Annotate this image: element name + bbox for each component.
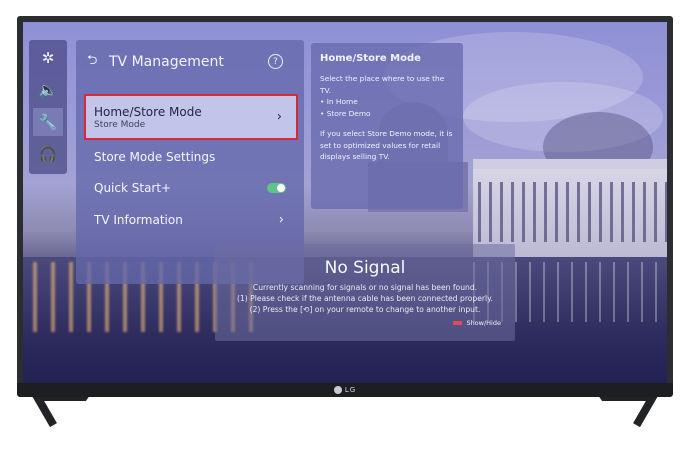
no-signal-line: (2) Press the [⟲] on your remote to chan… [249,305,481,314]
back-arrow-icon[interactable]: ⮌ [87,51,103,73]
help-icon[interactable]: ? [268,54,283,69]
menu-item-label: Store Mode Settings [94,150,216,164]
chevron-right-icon: › [276,109,282,125]
lg-logo-mark-icon [333,385,342,394]
info-description: Select the place where to use the TV. [320,74,445,95]
menu-item-label: Quick Start+ [94,181,172,195]
quick-settings-bar: ✲ 🔈 🔧 🎧 [29,40,67,174]
info-note: If you select Store Demo mode, it is set… [320,129,453,161]
menu-item-store-mode-settings[interactable]: Store Mode Settings [84,146,298,168]
support-headset-icon[interactable]: 🎧 [33,140,63,168]
lg-logo-text: LG [344,385,357,394]
menu-item-tv-information[interactable]: TV Information › [84,209,298,231]
settings-wrench-icon[interactable]: 🔧 [33,108,63,136]
no-signal-line: (1) Please check if the antenna cable ha… [237,294,493,303]
menu-item-home-store-mode[interactable]: Home/Store Mode Store Mode › [84,94,298,140]
show-hide-hint[interactable]: Show/Hide [453,319,501,327]
tv-photo: LG ✲ 🔈 🔧 🎧 ⮌ TV Management ? Home/Store … [0,0,690,453]
info-option-store-demo: • Store Demo [320,108,371,118]
menu-item-label: TV Information [94,213,183,227]
menu-item-quick-start[interactable]: Quick Start+ [84,177,298,199]
help-info-panel: Home/Store Mode Select the place where t… [311,43,463,209]
show-hide-label: Show/Hide [466,319,501,327]
red-button-icon [453,321,463,325]
chevron-right-icon: › [278,212,284,228]
picture-icon[interactable]: ✲ [33,44,63,72]
sound-icon[interactable]: 🔈 [33,76,63,104]
lg-logo: LG [323,384,367,395]
panel-title: TV Management [109,54,224,70]
info-title: Home/Store Mode [320,53,421,64]
no-signal-dialog: No Signal Currently scanning for signals… [215,244,515,341]
no-signal-title: No Signal [324,258,406,278]
info-option-in-home: • In Home [320,97,358,106]
menu-item-label: Home/Store Mode [94,104,202,119]
menu-item-sublabel: Store Mode [94,119,146,130]
quick-start-toggle[interactable] [267,183,286,193]
no-signal-line: Currently scanning for signals or no sig… [252,283,478,292]
colonnade-columns [478,182,667,242]
